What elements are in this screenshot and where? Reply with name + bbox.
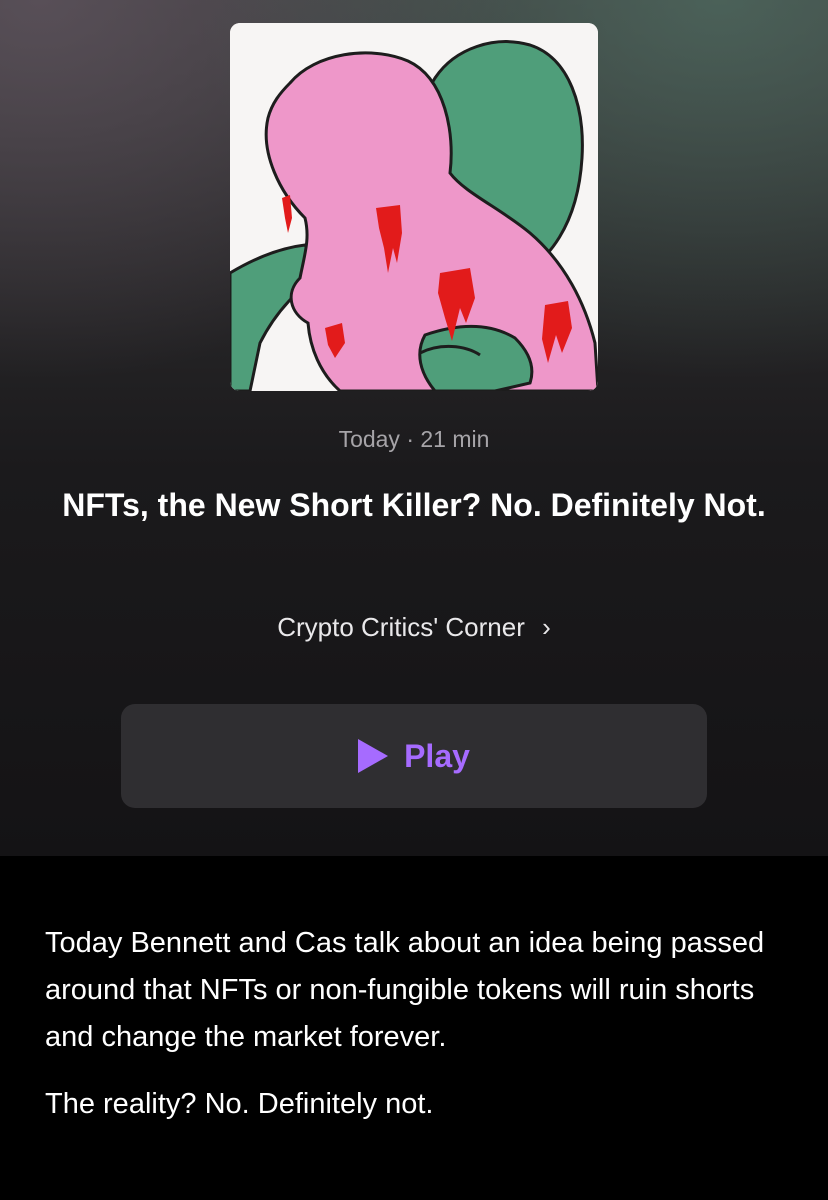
show-link[interactable]: Crypto Critics' Corner › [0,612,828,643]
episode-artwork [230,23,598,391]
play-button[interactable]: Play [121,704,707,808]
description-paragraph: Today Bennett and Cas talk about an idea… [45,927,765,1053]
episode-meta: Today · 21 min [0,426,828,453]
episode-header: Today · 21 min NFTs, the New Short Kille… [0,0,828,856]
show-name: Crypto Critics' Corner [277,612,525,642]
description-paragraph: The reality? No. Definitely not. [45,1088,434,1120]
artwork-image [230,23,598,391]
episode-title: NFTs, the New Short Killer? No. Definite… [62,487,766,523]
play-icon [358,739,389,773]
episode-page: Today · 21 min NFTs, the New Short Kille… [0,0,828,1200]
chevron-right-icon: › [542,612,551,642]
episode-description: Today Bennett and Cas talk about an idea… [45,920,785,1128]
meta-separator: · [406,426,414,452]
play-label: Play [404,737,470,774]
episode-date: Today [338,426,400,452]
episode-duration: 21 min [420,426,490,452]
